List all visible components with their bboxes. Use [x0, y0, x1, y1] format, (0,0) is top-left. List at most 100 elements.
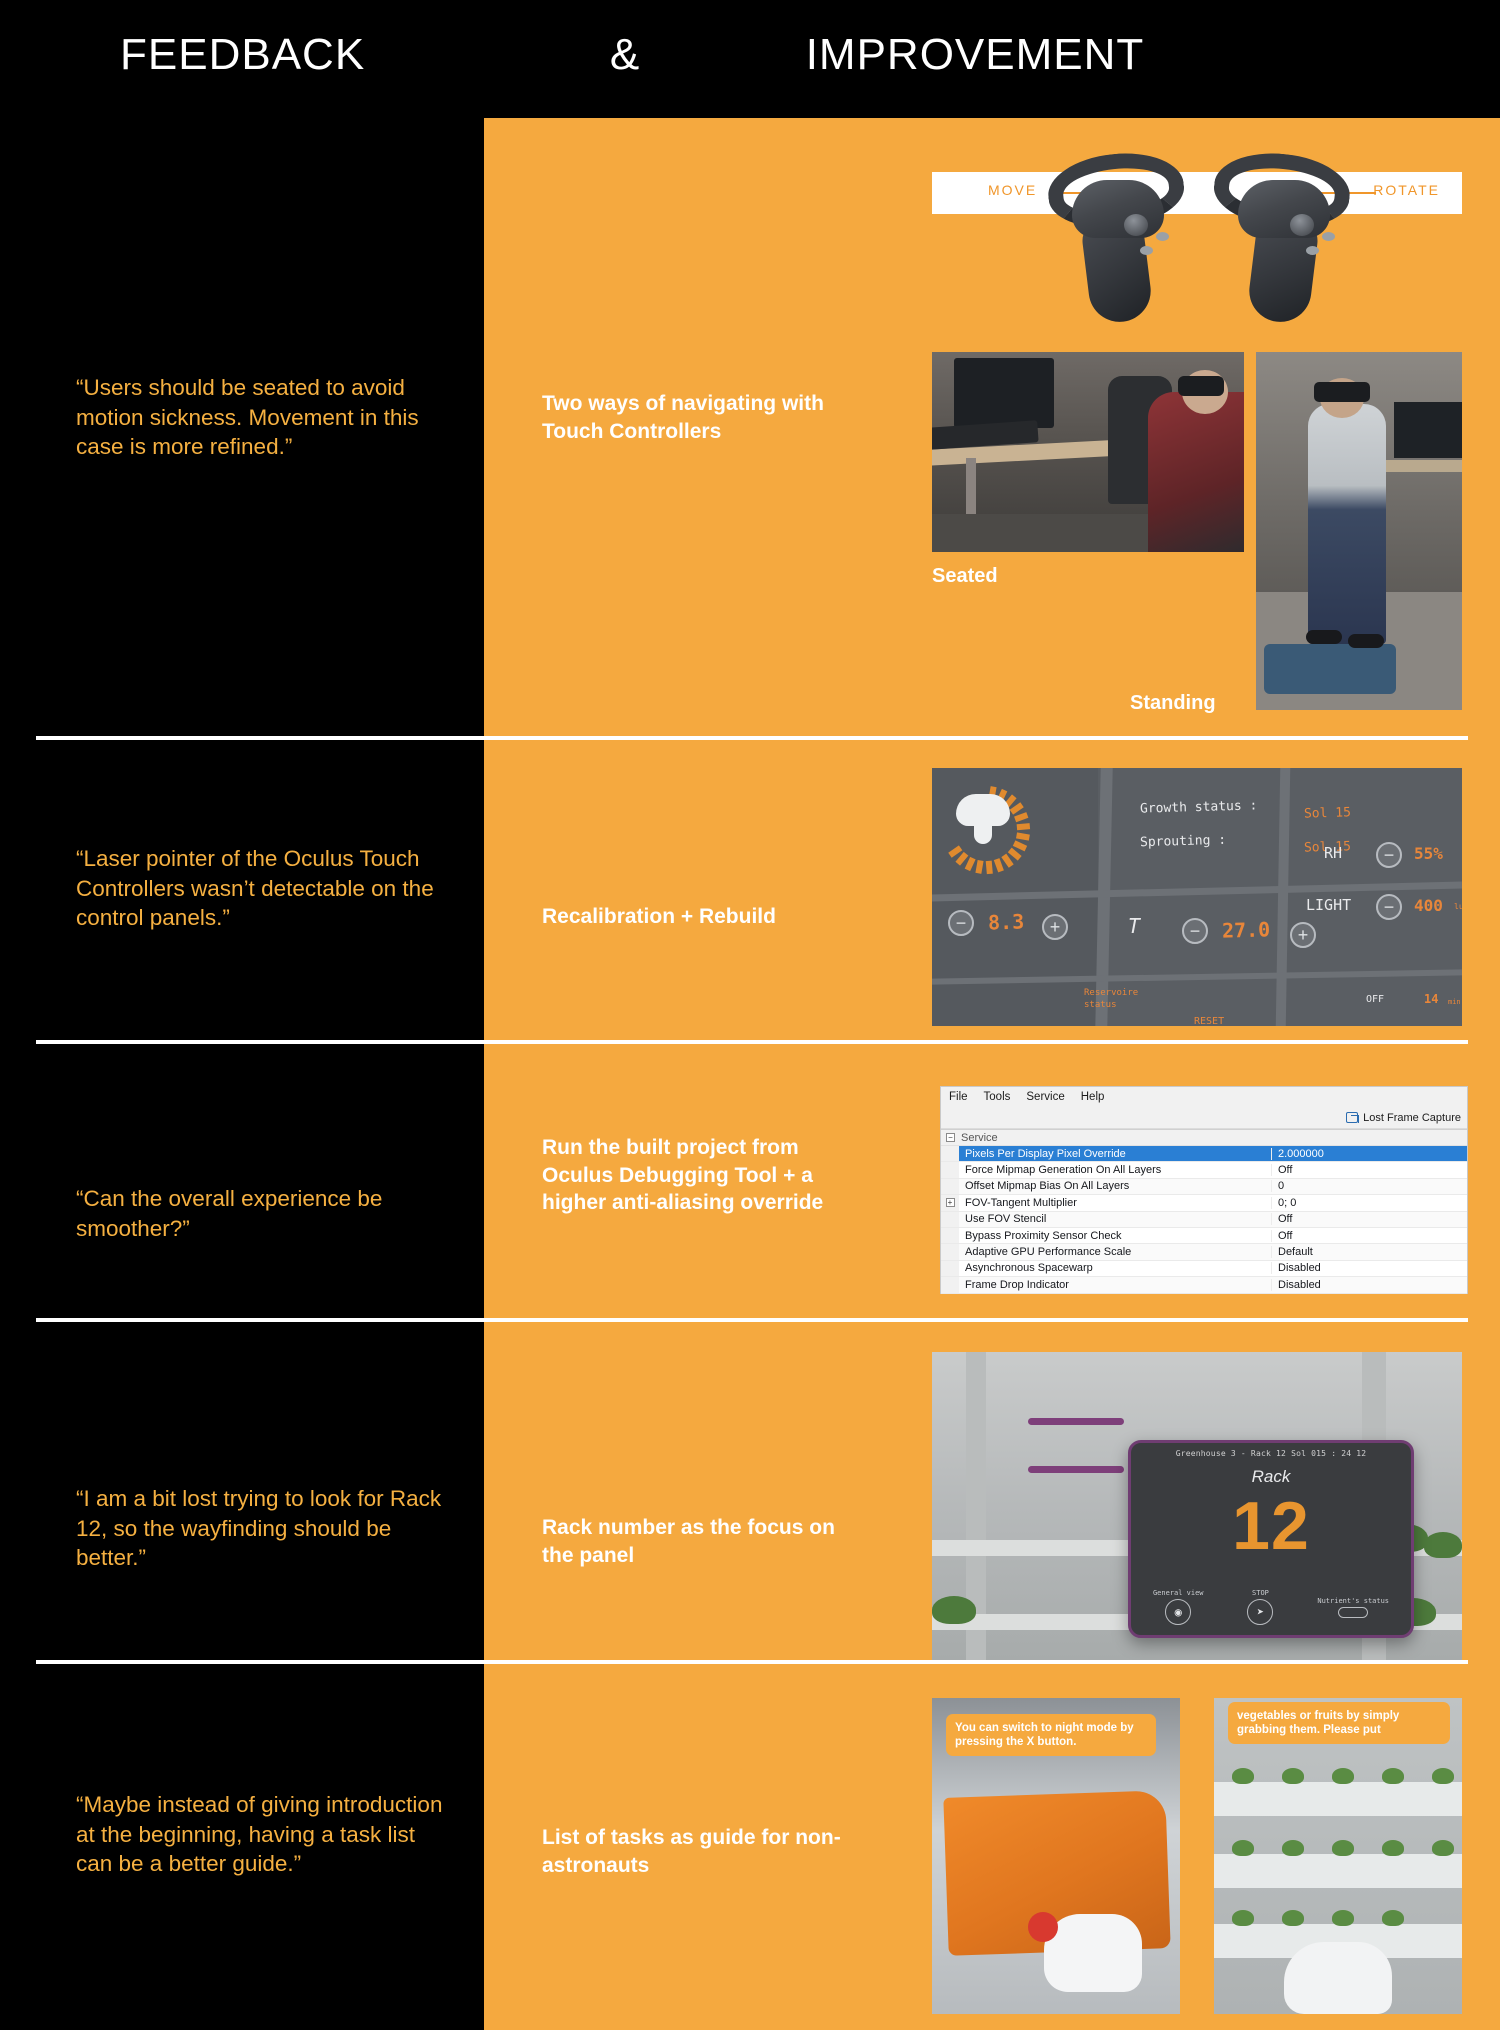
settings-group-header[interactable]: − Service: [941, 1130, 1467, 1146]
table-row[interactable]: Adaptive GPU Performance Scale Default: [941, 1244, 1467, 1261]
floor-mat: [1264, 644, 1396, 694]
desk-monitor: [954, 358, 1054, 428]
menu-item-help[interactable]: Help: [1081, 1091, 1105, 1103]
task-screenshot-harvest: vegetables or fruits by simply grabbing …: [1214, 1698, 1462, 2014]
nutrient-pipe: [1028, 1418, 1124, 1425]
collapse-icon[interactable]: −: [946, 1133, 955, 1142]
nutrient-status-toggle[interactable]: [1338, 1606, 1369, 1618]
plant-tray: [1214, 1854, 1462, 1888]
rh-decrease-button[interactable]: −: [1376, 842, 1402, 868]
quote-text-4: “I am a bit lost trying to look for Rack…: [76, 1486, 442, 1571]
touch-controller-right: [1208, 147, 1358, 326]
settings-group-label: Service: [961, 1131, 998, 1144]
setting-value[interactable]: 2.000000: [1271, 1147, 1467, 1160]
headline-text-5: List of tasks as guide for non-astronaut…: [542, 1826, 841, 1877]
seated-person: [1148, 392, 1244, 552]
headline-text-3: Run the built project from Oculus Debugg…: [542, 1136, 824, 1215]
controller-head: [1238, 180, 1335, 255]
growth-status-value: Sol 15: [1303, 805, 1352, 822]
plant: [1232, 1840, 1254, 1856]
setting-name: Adaptive GPU Performance Scale: [965, 1246, 1132, 1259]
ph-increase-button[interactable]: +: [1042, 914, 1068, 940]
rack-number: 12: [1232, 1488, 1310, 1564]
table-row[interactable]: + FOV-Tangent Multiplier 0; 0: [941, 1195, 1467, 1212]
vr-control-panel-screenshot: Growth status : Sol 15 Sprouting : Sol 1…: [932, 768, 1462, 1026]
table-row[interactable]: Pixels Per Display Pixel Override 2.0000…: [941, 1146, 1467, 1163]
headline-text-4: Rack number as the focus on the panel: [542, 1516, 835, 1567]
growth-status-label: Growth status :: [1139, 798, 1258, 817]
setting-value[interactable]: Off: [1271, 1213, 1467, 1226]
temperature-increase-button[interactable]: +: [1290, 922, 1316, 948]
quote-text-2: “Laser pointer of the Oculus Touch Contr…: [76, 846, 434, 931]
stop-icon[interactable]: ➤: [1247, 1599, 1274, 1625]
row-expander-slot: [941, 1227, 959, 1244]
nutrient-status-label: Nutrient's status: [1317, 1596, 1390, 1605]
table-row[interactable]: Frame Drop Indicator Disabled: [941, 1277, 1467, 1294]
table-row[interactable]: Use FOV Stencil Off: [941, 1211, 1467, 1228]
general-view-icon[interactable]: ◉: [1165, 1599, 1192, 1625]
vr-headset-icon: [1178, 376, 1224, 396]
light-decrease-button[interactable]: −: [1376, 894, 1402, 920]
page-title: FEEDBACK & IMPROVEMENT: [120, 30, 1180, 80]
general-view-control[interactable]: General view ◉: [1153, 1589, 1204, 1625]
light-unit: lux: [1454, 902, 1462, 911]
plant: [1282, 1910, 1304, 1926]
vr-headset-icon: [1314, 382, 1370, 402]
setting-value[interactable]: Disabled: [1271, 1262, 1467, 1275]
table-row[interactable]: Bypass Proximity Sensor Check Off: [941, 1227, 1467, 1245]
controller-button-y: [1306, 246, 1319, 255]
table-row[interactable]: Offset Mipmap Bias On All Layers 0: [941, 1178, 1467, 1196]
setting-value[interactable]: 0; 0: [1271, 1196, 1467, 1209]
slide-header: FEEDBACK & IMPROVEMENT: [0, 0, 1500, 118]
lost-frame-capture-button[interactable]: Lost Frame Capture: [1346, 1112, 1461, 1124]
panel-window-title: Greenhouse 3 - Rack 12 Sol 015 : 24 12: [1175, 1449, 1367, 1458]
photo-seated-user: [932, 352, 1244, 552]
table-row[interactable]: Asynchronous Spacewarp Disabled: [941, 1260, 1467, 1278]
controller-label-rotate: ROTATE: [1373, 182, 1440, 198]
row-expander-slot[interactable]: +: [941, 1195, 959, 1211]
caption-seated: Seated: [932, 565, 998, 587]
ph-decrease-button[interactable]: −: [948, 910, 974, 936]
menu-item-file[interactable]: File: [949, 1091, 968, 1103]
reset-label: RESET: [1194, 1016, 1225, 1026]
table-row[interactable]: Force Mipmap Generation On All Layers Of…: [941, 1162, 1467, 1179]
controller-button-b: [1140, 246, 1153, 255]
plant: [1232, 1910, 1254, 1926]
menu-item-service[interactable]: Service: [1026, 1091, 1064, 1103]
expand-icon[interactable]: +: [945, 1198, 955, 1208]
photo-standing-user: [1256, 352, 1462, 710]
stop-control[interactable]: STOP ➤: [1247, 1589, 1274, 1625]
rack-info-panel[interactable]: Greenhouse 3 - Rack 12 Sol 015 : 24 12 R…: [1128, 1440, 1414, 1638]
setting-value[interactable]: 0: [1271, 1180, 1467, 1193]
setting-name: FOV-Tangent Multiplier: [965, 1196, 1077, 1209]
nutrient-status-control[interactable]: Nutrient's status: [1317, 1597, 1389, 1618]
headline-text-1: Two ways of navigating with Touch Contro…: [542, 392, 824, 443]
tooltip-harvest: vegetables or fruits by simply grabbing …: [1228, 1702, 1450, 1745]
page-title-feedback: FEEDBACK: [120, 30, 366, 79]
setting-value[interactable]: Default: [1271, 1246, 1467, 1259]
thumbstick-icon: [1124, 214, 1148, 236]
nutrient-pipe: [1028, 1466, 1124, 1473]
setting-value[interactable]: Disabled: [1271, 1278, 1467, 1291]
timer-dial-value: 14: [1424, 992, 1439, 1006]
quote-text-3: “Can the overall experience be smoother?…: [76, 1186, 383, 1241]
setting-name: Pixels Per Display Pixel Override: [965, 1147, 1126, 1160]
setting-value[interactable]: Off: [1271, 1164, 1467, 1177]
plant: [1382, 1768, 1404, 1784]
menu-bar: File Tools Service Help: [941, 1087, 1467, 1107]
temperature-symbol: T: [1128, 914, 1141, 938]
setting-value[interactable]: Off: [1271, 1229, 1467, 1242]
standing-person: [1308, 404, 1386, 644]
plant: [1432, 1840, 1454, 1856]
menu-item-tools[interactable]: Tools: [984, 1091, 1011, 1103]
timer-dial-unit: min: [1448, 998, 1461, 1006]
rack-panel-screenshot: Greenhouse 3 - Rack 12 Sol 015 : 24 12 R…: [932, 1352, 1462, 1660]
quote-text-5: “Maybe instead of giving introduction at…: [76, 1792, 443, 1877]
lost-frame-capture-label: Lost Frame Capture: [1363, 1111, 1461, 1124]
plant: [1332, 1840, 1354, 1856]
plant: [932, 1596, 976, 1624]
controller-head: [1072, 180, 1169, 255]
controller-label-move: MOVE: [988, 182, 1038, 198]
temperature-decrease-button[interactable]: −: [1182, 918, 1208, 944]
touch-controller-left: [1042, 147, 1192, 326]
